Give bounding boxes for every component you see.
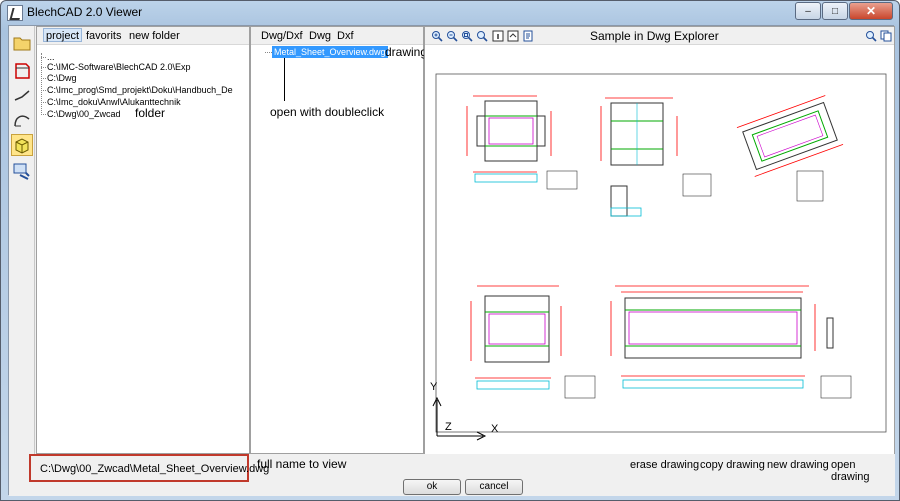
annotation-pointer-line <box>284 58 285 101</box>
bend-line-icon[interactable] <box>11 84 33 106</box>
folder-annotation: folder <box>135 106 166 120</box>
axis-y-label: Y <box>430 381 438 393</box>
tab-dwg[interactable]: Dwg <box>307 29 333 43</box>
minimize-button[interactable]: – <box>795 2 821 20</box>
zoom-in-icon[interactable] <box>431 30 443 42</box>
folder-icon[interactable] <box>11 32 33 54</box>
viewer-title: Sample in Dwg Explorer <box>590 29 719 43</box>
left-toolbar <box>9 26 35 454</box>
tab-project[interactable]: project <box>43 28 83 42</box>
open-drawing-link[interactable]: open drawing <box>831 459 895 483</box>
viewer-toolbar: Sample in Dwg Explorer <box>425 27 894 45</box>
client-area: project favorits new folder ... C:\IMC-S… <box>8 25 895 496</box>
new-drawing-link[interactable]: new drawing <box>767 459 829 471</box>
box-3d-icon[interactable] <box>11 134 33 156</box>
settings-tools-icon[interactable] <box>11 160 33 182</box>
tree-connector <box>41 53 42 113</box>
tab-dxf[interactable]: Dxf <box>335 29 356 43</box>
cad-drawing <box>432 73 887 441</box>
folder-tabs: project favorits new folder <box>37 27 249 45</box>
folder-panel: project favorits new folder ... C:\IMC-S… <box>36 26 250 454</box>
file-tabs: Dwg/Dxf Dwg Dxf <box>251 27 423 45</box>
tree-item-folder[interactable]: C:\Dwg <box>41 72 77 84</box>
cad-part <box>470 285 596 399</box>
cad-part <box>466 95 578 190</box>
cad-part <box>736 95 844 177</box>
tab-favorits[interactable]: favorits <box>84 29 123 43</box>
curve-icon[interactable] <box>11 108 33 130</box>
axis-z-label: Z <box>445 421 452 433</box>
erase-drawing-link[interactable]: erase drawing <box>630 459 699 471</box>
ok-button[interactable]: ok <box>403 479 461 495</box>
full-name-value: C:\Dwg\00_Zwcad\Metal_Sheet_Overview.dwg <box>40 463 270 475</box>
maximize-button[interactable]: □ <box>822 2 848 20</box>
tab-dwg-dxf[interactable]: Dwg/Dxf <box>259 29 305 43</box>
cad-part <box>600 97 712 217</box>
full-name-annotation: full name to view <box>257 457 347 471</box>
file-item-selected[interactable]: Metal_Sheet_Overview.dwg <box>272 46 388 58</box>
app-icon <box>7 5 23 21</box>
cancel-button[interactable]: cancel <box>465 479 523 495</box>
print-icon[interactable] <box>522 30 534 42</box>
window-controls: – □ ✕ <box>795 2 893 20</box>
close-button[interactable]: ✕ <box>849 2 893 20</box>
copy-icon[interactable] <box>880 30 892 42</box>
layer-icon[interactable] <box>507 30 519 42</box>
zoom-out-icon[interactable] <box>446 30 458 42</box>
bottom-bar: C:\Dwg\00_Zwcad\Metal_Sheet_Overview.dwg… <box>9 454 895 496</box>
cad-part <box>610 285 852 399</box>
window-title: BlechCAD 2.0 Viewer <box>27 5 143 19</box>
viewer-panel: Sample in Dwg Explorer Y Z X <box>424 26 895 454</box>
tree-item-folder[interactable]: C:\Imc_prog\Smd_projekt\Doku\Handbuch_De <box>41 84 233 96</box>
zoom-window-icon[interactable] <box>461 30 473 42</box>
drawing-canvas[interactable]: Y Z X <box>425 46 894 454</box>
tab-new-folder[interactable]: new folder <box>127 29 182 43</box>
zoom-search-icon[interactable] <box>865 30 877 42</box>
open-annotation: open with doubleclick <box>270 105 385 119</box>
axis-x-label: X <box>491 423 499 435</box>
drawing-annotation: drawing <box>385 45 428 59</box>
title-bar: BlechCAD 2.0 Viewer – □ ✕ <box>1 1 899 25</box>
full-name-field[interactable]: C:\Dwg\00_Zwcad\Metal_Sheet_Overview.dwg <box>29 454 269 482</box>
app-window: BlechCAD 2.0 Viewer – □ ✕ project favori… <box>0 0 900 501</box>
tree-connector <box>265 52 272 53</box>
file-panel: Dwg/Dxf Dwg Dxf Metal_Sheet_Overview.dwg… <box>250 26 428 454</box>
sheet-outline-icon[interactable] <box>11 60 33 82</box>
copy-drawing-link[interactable]: copy drawing <box>700 459 765 471</box>
info-icon[interactable] <box>492 30 504 42</box>
zoom-extents-icon[interactable] <box>476 30 488 42</box>
tree-item-folder[interactable]: C:\Dwg\00_Zwcad <box>41 108 121 120</box>
